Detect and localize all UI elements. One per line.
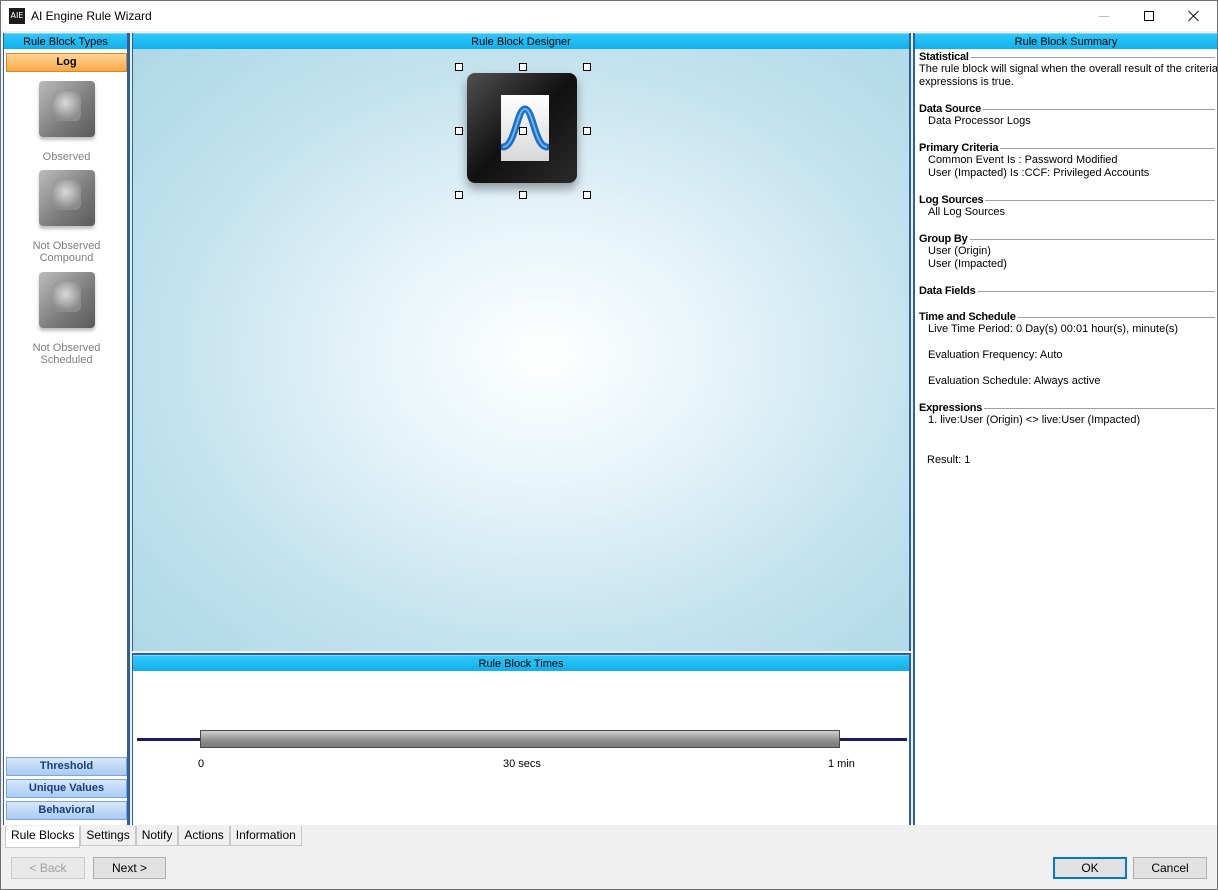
primary-criteria-heading: Primary Criteria: [919, 142, 1215, 154]
criteria-line: Common Event Is : Password Modified: [928, 154, 1118, 166]
statistical-heading: Statistical: [919, 51, 1215, 63]
rule-block-types-panel: Rule Block Types Log Observed Not Observ…: [3, 33, 130, 825]
block-observed-label: Observed: [42, 151, 91, 163]
data-fields-heading: Data Fields: [919, 285, 1215, 297]
cancel-button[interactable]: Cancel: [1133, 857, 1207, 879]
expressions-heading: Expressions: [919, 402, 1215, 414]
summary-expressions: Expressions 1. live:User (Origin) <> liv…: [919, 402, 1215, 427]
data-source-value: Data Processor Logs: [928, 115, 1031, 127]
category-threshold[interactable]: Threshold: [6, 757, 127, 776]
rule-block-designer-header: Rule Block Designer: [133, 33, 909, 49]
block-not-observed-compound-label: Not Observed Compound: [32, 240, 101, 264]
rule-block-designer: Rule Block Designer: [132, 33, 911, 651]
statistical-line: The rule block will signal when the over…: [919, 63, 1217, 75]
block-observed[interactable]: Observed: [8, 81, 125, 163]
group-by-heading: Group By: [919, 233, 1215, 245]
time-tick-1min: 1 min: [828, 758, 855, 770]
wizard-window: AIE AI Engine Rule Wizard Rule Block Typ…: [0, 0, 1218, 890]
statistical-line: expressions is true.: [919, 76, 1014, 88]
resize-handle[interactable]: [455, 191, 463, 199]
evaluation-frequency: Evaluation Frequency: Auto: [928, 349, 1063, 361]
title-bar: AIE AI Engine Rule Wizard: [1, 1, 1217, 31]
tab-actions[interactable]: Actions: [178, 826, 230, 846]
category-behavioral[interactable]: Behavioral: [6, 801, 127, 820]
ok-button[interactable]: OK: [1053, 857, 1127, 879]
minimize-button[interactable]: [1081, 1, 1127, 31]
summary-group-by: Group By User (Origin) User (Impacted): [919, 233, 1215, 271]
log-sources-value: All Log Sources: [928, 206, 1006, 218]
resize-handle[interactable]: [455, 63, 463, 71]
criteria-line: User (Impacted) Is :CCF: Privileged Acco…: [928, 167, 1150, 179]
result-value: Result: 1: [927, 454, 971, 466]
group-by-value: User (Impacted): [928, 258, 1007, 270]
timeline-bar[interactable]: [200, 730, 840, 748]
block-not-observed-compound[interactable]: Not Observed Compound: [8, 170, 125, 264]
expression-line: 1. live:User (Origin) <> live:User (Impa…: [928, 414, 1141, 426]
time-schedule-heading: Time and Schedule: [919, 311, 1215, 323]
close-icon: [1188, 10, 1200, 22]
group-by-value: User (Origin): [928, 245, 991, 257]
resize-handle[interactable]: [455, 127, 463, 135]
minimize-icon: [1099, 15, 1109, 17]
resize-handle[interactable]: [519, 127, 527, 135]
summary-primary-criteria: Primary Criteria Common Event Is : Passw…: [919, 142, 1215, 180]
rule-block-times-header: Rule Block Times: [133, 655, 909, 671]
not-observed-compound-block-icon: [38, 170, 95, 226]
close-button[interactable]: [1171, 1, 1217, 31]
evaluation-schedule: Evaluation Schedule: Always active: [928, 375, 1101, 387]
rule-block-types-header: Rule Block Types: [4, 33, 127, 49]
category-log[interactable]: Log: [6, 53, 127, 72]
observed-block-icon: [38, 81, 95, 137]
window-title: AI Engine Rule Wizard: [31, 9, 152, 23]
maximize-button[interactable]: [1126, 1, 1172, 31]
summary-data-source: Data Source Data Processor Logs: [919, 103, 1215, 128]
summary-result: Result: 1: [919, 454, 1215, 467]
next-button[interactable]: Next >: [93, 857, 166, 879]
wizard-tabs: Rule Blocks Settings Notify Actions Info…: [5, 826, 302, 848]
tab-information[interactable]: Information: [229, 826, 302, 846]
block-not-observed-scheduled-label: Not Observed Scheduled: [32, 342, 101, 366]
time-tick-30s: 30 secs: [503, 758, 541, 770]
tab-rule-blocks[interactable]: Rule Blocks: [5, 826, 81, 848]
summary-data-fields: Data Fields: [919, 285, 1215, 297]
tab-settings[interactable]: Settings: [80, 826, 136, 846]
not-observed-scheduled-block-icon: [38, 272, 95, 328]
time-tick-0: 0: [198, 758, 205, 770]
resize-handle[interactable]: [583, 127, 591, 135]
app-icon: AIE: [9, 8, 25, 24]
resize-handle[interactable]: [519, 63, 527, 71]
summary-time-schedule: Time and Schedule Live Time Period: 0 Da…: [919, 311, 1215, 388]
tab-notify[interactable]: Notify: [135, 826, 179, 846]
summary-statistical: Statistical The rule block will signal w…: [919, 51, 1217, 89]
category-unique-values[interactable]: Unique Values: [6, 779, 127, 798]
rule-block-summary: Rule Block Summary Statistical The rule …: [913, 33, 1217, 825]
data-source-heading: Data Source: [919, 103, 1215, 115]
rule-block-summary-header: Rule Block Summary: [915, 33, 1217, 49]
resize-handle[interactable]: [583, 63, 591, 71]
back-button[interactable]: < Back: [11, 857, 85, 879]
resize-handle[interactable]: [583, 191, 591, 199]
summary-log-sources: Log Sources All Log Sources: [919, 194, 1215, 219]
maximize-icon: [1144, 11, 1154, 21]
block-not-observed-scheduled[interactable]: Not Observed Scheduled: [8, 272, 125, 366]
log-sources-heading: Log Sources: [919, 194, 1215, 206]
live-time-period: Live Time Period: 0 Day(s) 00:01 hour(s)…: [928, 323, 1179, 335]
resize-handle[interactable]: [519, 191, 527, 199]
rule-block-times: Rule Block Times 0 30 secs 1 min: [132, 653, 911, 825]
